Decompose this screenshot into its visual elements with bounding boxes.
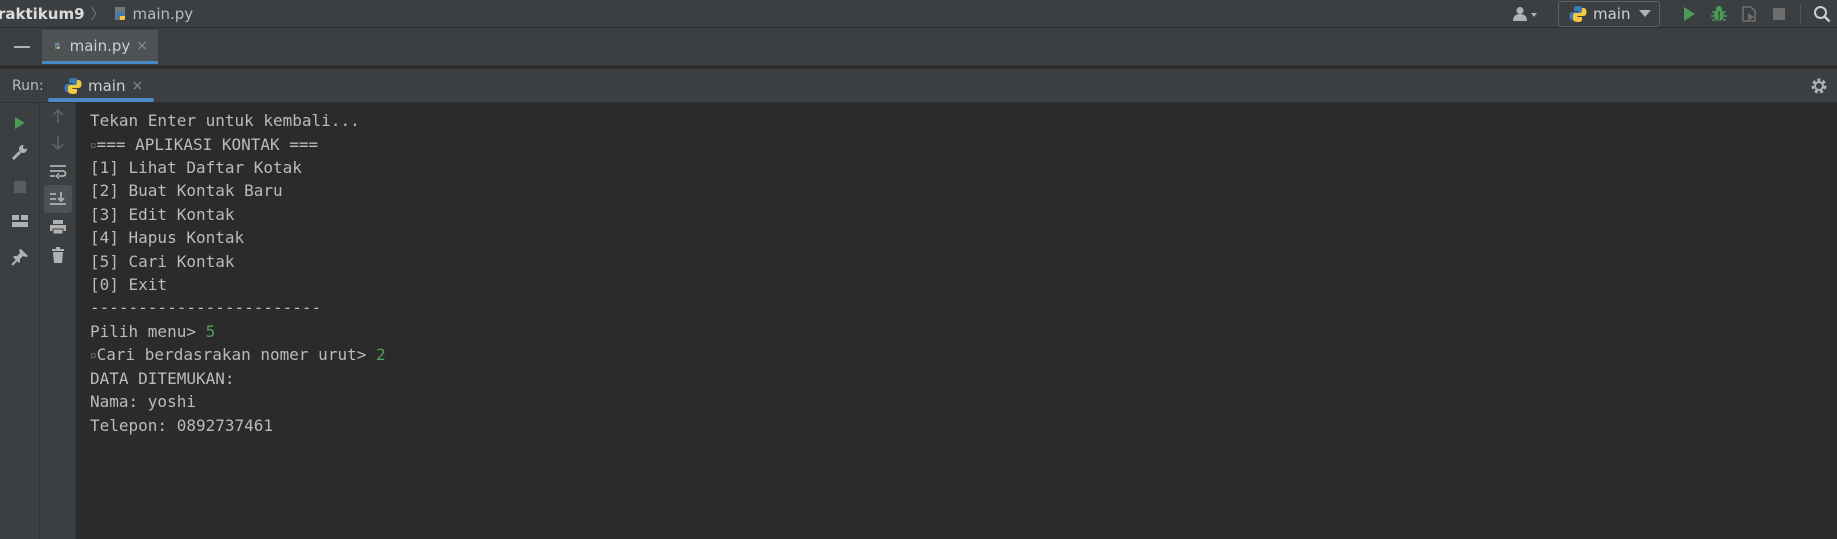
console-line: [5] Cari Kontak xyxy=(90,251,235,273)
arrow-up-icon xyxy=(52,108,64,123)
console-line-text: [4] Hapus Kontak xyxy=(90,228,245,247)
console-line: DATA DITEMUKAN: xyxy=(90,368,235,390)
breadcrumb-project[interactable]: raktikum9 xyxy=(0,5,85,23)
run-tool-window-header: Run: main × xyxy=(0,68,1837,103)
minimize-icon[interactable] xyxy=(14,46,30,48)
rerun-button[interactable] xyxy=(6,109,34,137)
stop-icon xyxy=(1773,8,1785,20)
console-line: [3] Edit Kontak xyxy=(90,204,235,226)
run-icon xyxy=(1684,7,1695,21)
main-toolbar: main xyxy=(1508,0,1837,28)
search-icon xyxy=(1814,6,1831,23)
console-line: ▫=== APLIKASI KONTAK === xyxy=(90,134,318,156)
tab-main-py[interactable]: main.py × xyxy=(42,30,158,64)
console-line: [0] Exit xyxy=(90,274,167,296)
soft-wrap-button[interactable] xyxy=(44,157,72,185)
console-line-text: DATA DITEMUKAN: xyxy=(90,369,235,388)
run-tab-label: main xyxy=(88,77,126,95)
run-icon xyxy=(15,117,25,129)
console-line-marker: ▫ xyxy=(90,348,97,362)
search-everywhere-button[interactable] xyxy=(1807,0,1837,28)
console-line-text: [2] Buat Kontak Baru xyxy=(90,181,283,200)
toolbar-separator xyxy=(1800,4,1801,24)
breadcrumb-file-label: main.py xyxy=(132,4,194,23)
console-line-text: Pilih menu> xyxy=(90,322,206,341)
breadcrumb-file[interactable]: main.py xyxy=(113,4,194,23)
console-line-text: Tekan Enter untuk kembali... xyxy=(90,111,360,130)
console-line: [4] Hapus Kontak xyxy=(90,227,244,249)
clear-all-button[interactable] xyxy=(44,241,72,269)
bug-icon xyxy=(1711,6,1727,21)
tab-label: main.py xyxy=(69,36,131,55)
console-line-text: === APLIKASI KONTAK === xyxy=(96,135,319,154)
python-file-icon xyxy=(114,6,125,20)
console-line-text: [0] Exit xyxy=(90,275,168,294)
close-icon[interactable]: × xyxy=(131,78,143,94)
wrench-icon xyxy=(11,145,27,161)
printer-icon xyxy=(50,220,66,235)
python-icon xyxy=(64,78,82,94)
vcs-user-button[interactable] xyxy=(1508,2,1544,26)
console-line-marker: ▫ xyxy=(90,138,97,152)
console-line: ------------------------ xyxy=(90,297,321,319)
gear-icon[interactable] xyxy=(1809,76,1829,96)
user-icon xyxy=(1513,7,1537,21)
console-line: [1] Lihat Daftar Kotak xyxy=(90,157,302,179)
scroll-to-end-button[interactable] xyxy=(44,185,72,213)
console-line-text: ------------------------ xyxy=(90,298,322,317)
navigation-bar: raktikum9 〉 main.py main xyxy=(0,0,1837,28)
console-line-text: Cari berdasrakan nomer urut> xyxy=(96,345,376,364)
console-line-text: [3] Edit Kontak xyxy=(90,205,235,224)
layout-icon xyxy=(12,215,28,227)
breadcrumb: raktikum9 〉 main.py xyxy=(0,0,193,28)
run-configuration-label: main xyxy=(1593,5,1631,23)
console-line: [2] Buat Kontak Baru xyxy=(90,180,283,202)
console-line: Nama: yoshi xyxy=(90,391,196,413)
breadcrumb-separator: 〉 xyxy=(90,6,105,23)
console-user-input: 5 xyxy=(205,322,216,341)
console-user-input: 2 xyxy=(375,345,386,364)
run-button[interactable] xyxy=(1674,0,1704,28)
previous-occurrence-button[interactable] xyxy=(44,102,72,130)
restore-layout-button[interactable] xyxy=(6,207,34,235)
console-line: Telepon: 0892737461 xyxy=(90,415,273,437)
python-icon xyxy=(1569,6,1587,22)
pin-tab-button[interactable] xyxy=(6,243,34,271)
scroll-to-end-icon xyxy=(50,192,66,205)
console-line-text: [1] Lihat Daftar Kotak xyxy=(90,158,302,177)
run-panel-title: Run: xyxy=(12,78,44,94)
arrow-down-icon xyxy=(52,136,64,151)
coverage-icon xyxy=(1742,6,1756,22)
console-actions-toolbar xyxy=(40,103,76,539)
debug-button[interactable] xyxy=(1704,0,1734,28)
stop-icon xyxy=(14,181,26,193)
run-with-coverage-button[interactable] xyxy=(1734,0,1764,28)
chevron-down-icon xyxy=(1639,10,1651,17)
pin-icon xyxy=(11,249,28,266)
close-icon[interactable]: × xyxy=(136,38,148,54)
run-configuration-selector[interactable]: main xyxy=(1558,1,1660,27)
modify-run-configuration-button[interactable] xyxy=(6,138,34,166)
console-line-text: Telepon: 0892737461 xyxy=(90,416,274,435)
console-line: Tekan Enter untuk kembali... xyxy=(90,110,360,132)
console-line-text: [5] Cari Kontak xyxy=(90,252,235,271)
run-actions-toolbar xyxy=(0,103,40,539)
print-button[interactable] xyxy=(44,213,72,241)
stop-button[interactable] xyxy=(6,173,34,201)
console-output[interactable]: Tekan Enter untuk kembali... ▫=== APLIKA… xyxy=(76,103,1837,539)
console-line-text: Nama: yoshi xyxy=(90,392,196,411)
next-occurrence-button[interactable] xyxy=(44,129,72,157)
python-file-icon xyxy=(54,42,60,49)
stop-button[interactable] xyxy=(1764,0,1794,28)
trash-icon xyxy=(52,247,64,263)
console-line: ▫Cari berdasrakan nomer urut> 2 xyxy=(90,344,386,366)
console-line: Pilih menu> 5 xyxy=(90,321,215,343)
soft-wrap-icon xyxy=(50,165,67,179)
editor-tab-bar: main.py × xyxy=(0,28,1837,66)
